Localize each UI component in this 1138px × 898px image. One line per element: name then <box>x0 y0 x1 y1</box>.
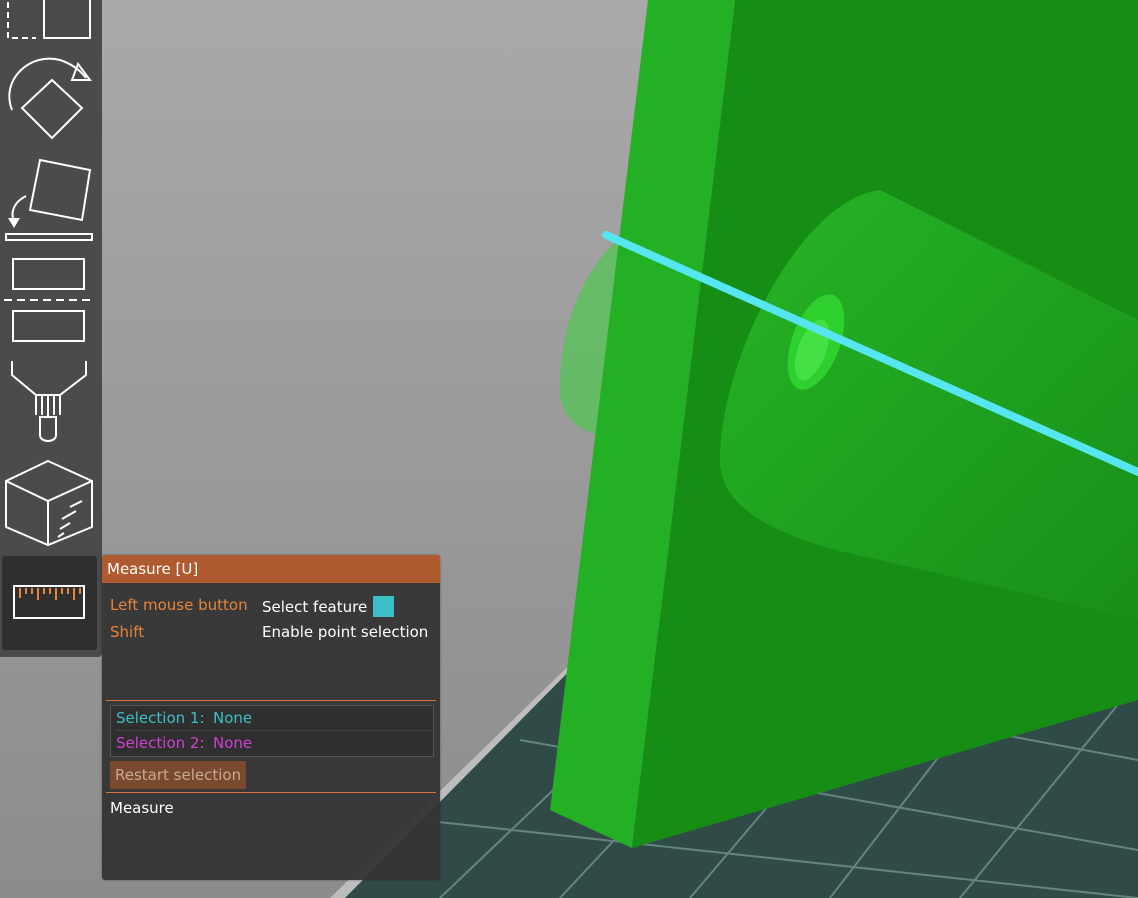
fdm-supports-cube-icon <box>5 459 93 547</box>
paint-brush-icon <box>11 361 87 442</box>
cut-icon <box>7 0 91 39</box>
selection-1-label: Selection 1: <box>116 709 205 727</box>
separator <box>106 792 436 793</box>
shortcut-key-left-mouse: Left mouse button <box>110 596 248 614</box>
split-icon <box>4 258 92 342</box>
shortcut-action-select-feature: Select feature <box>262 596 395 617</box>
restart-selection-button[interactable]: Restart selection <box>110 761 247 789</box>
selection-color-swatch <box>373 596 395 617</box>
selection-1-row: Selection 1: None <box>116 706 431 731</box>
measure-ruler-icon <box>13 585 85 619</box>
supports-tool-button[interactable] <box>0 457 100 549</box>
selection-2-label: Selection 2: <box>116 734 205 752</box>
shortcut-action-point-selection: Enable point selection <box>262 623 429 641</box>
separator <box>106 700 436 701</box>
selection-2-value: None <box>213 734 253 752</box>
selection-2-row: Selection 2: None <box>116 731 431 755</box>
place-on-face-icon <box>5 158 93 241</box>
selection-table: Selection 1: None Selection 2: None <box>110 705 434 757</box>
cut-tool-button[interactable] <box>0 0 100 44</box>
measure-tool-button[interactable] <box>2 556 97 650</box>
panel-title: Measure [U] <box>102 555 440 583</box>
shortcut-action-label: Select feature <box>262 598 368 616</box>
rotate-tool-button[interactable] <box>0 50 100 145</box>
paint-tool-button[interactable] <box>0 355 100 450</box>
measure-panel: Measure [U] Left mouse button Select fea… <box>102 555 440 880</box>
place-on-face-tool-button[interactable] <box>0 152 100 244</box>
measure-label: Measure <box>110 799 174 817</box>
selection-1-value: None <box>213 709 253 727</box>
split-tool-button[interactable] <box>0 252 100 348</box>
rotate-icon <box>8 57 92 140</box>
gizmo-toolbar <box>0 0 102 657</box>
shortcut-key-shift: Shift <box>110 623 145 641</box>
